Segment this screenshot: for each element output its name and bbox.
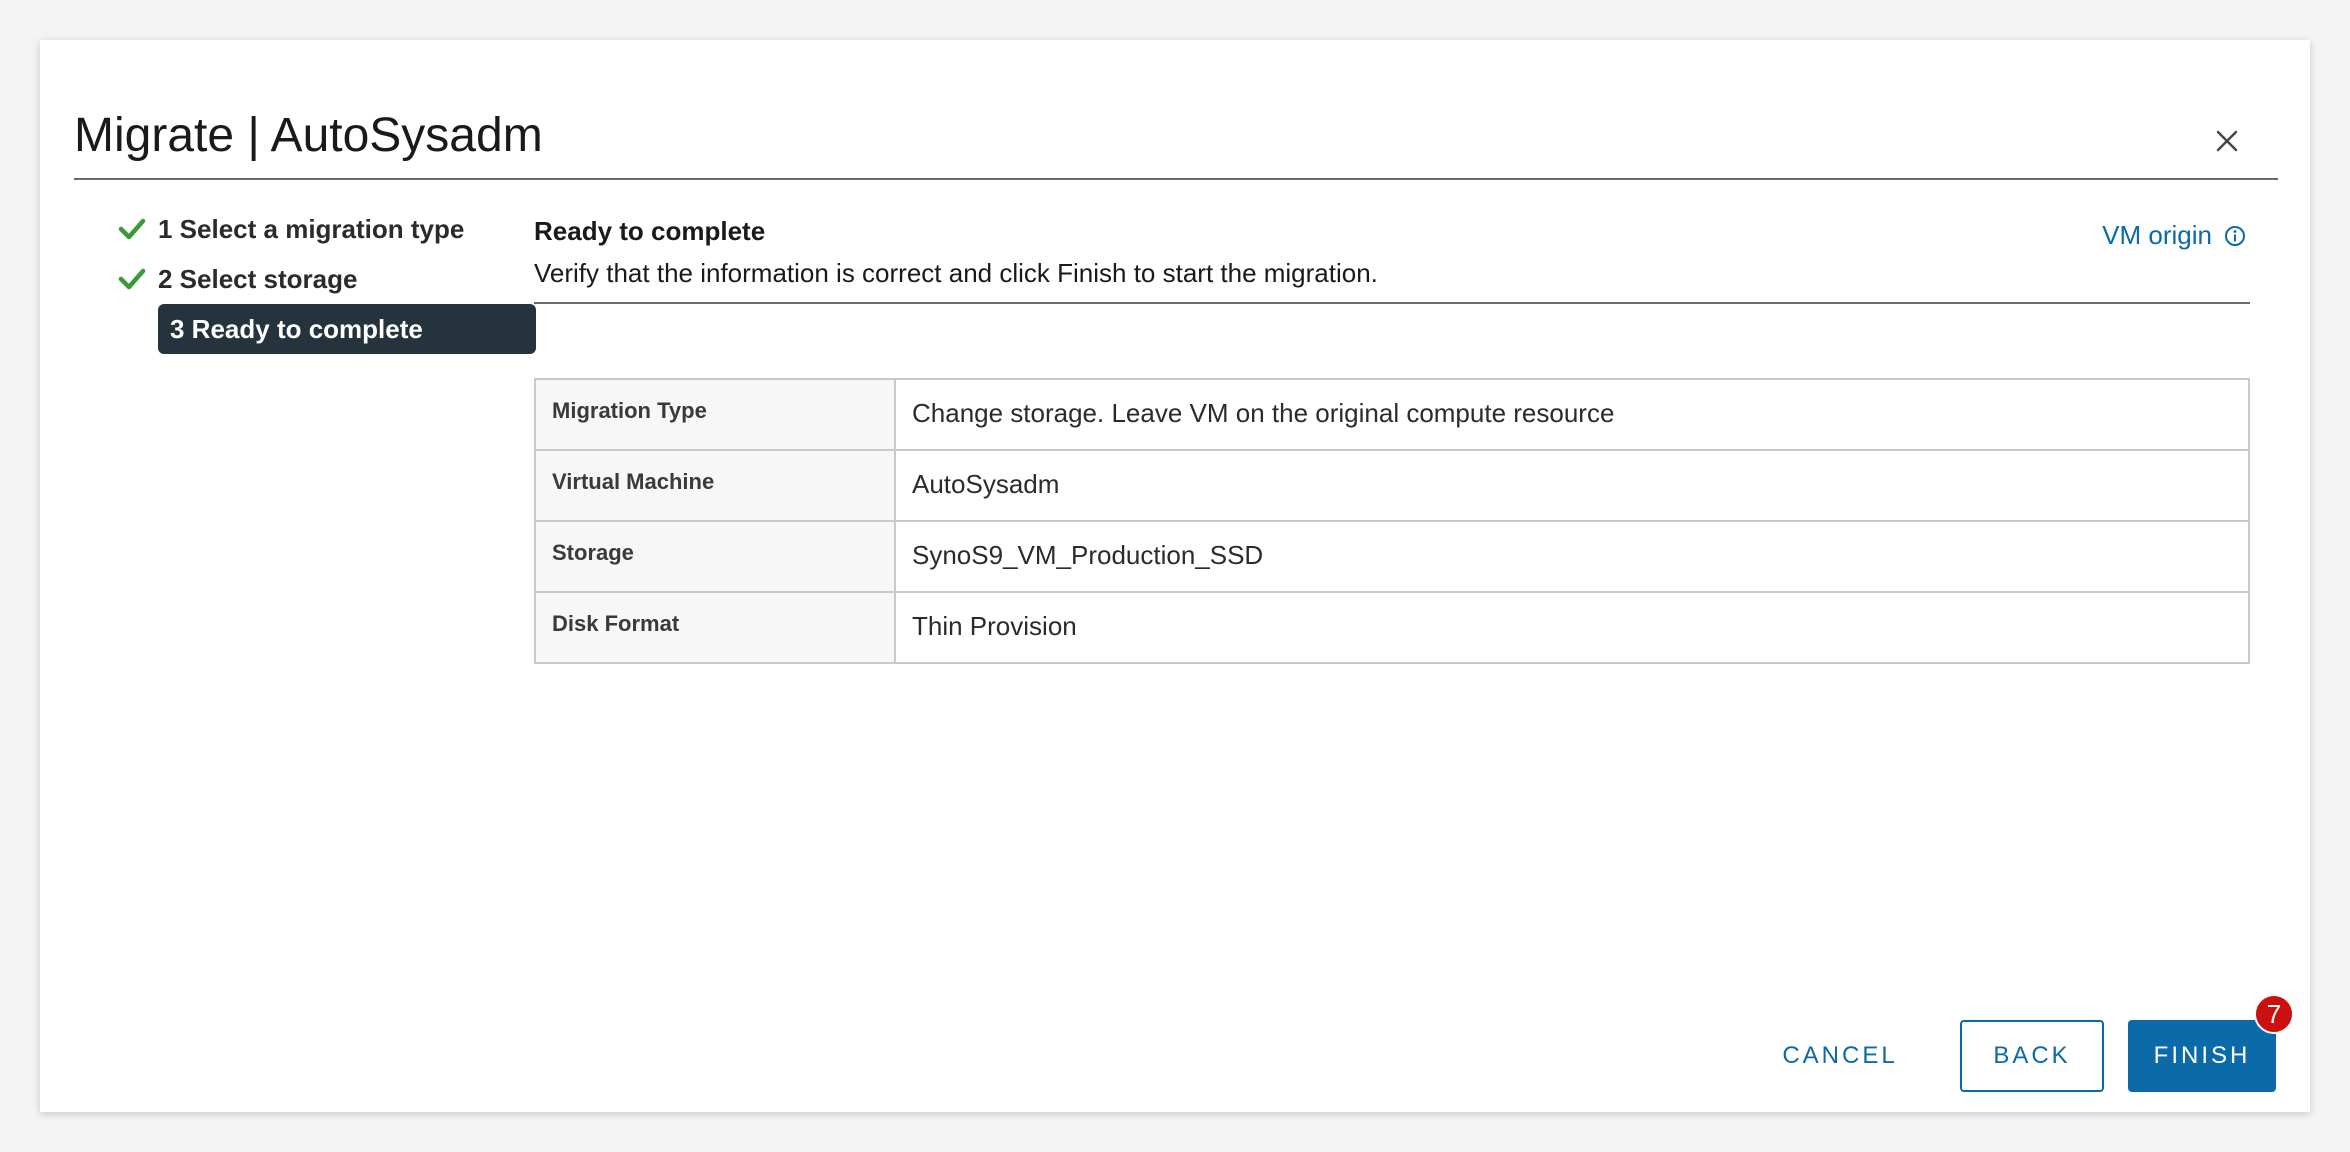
step-select-migration-type[interactable]: 1 Select a migration type bbox=[118, 204, 538, 254]
step-label: 3 Ready to complete bbox=[170, 313, 423, 344]
check-icon bbox=[118, 266, 146, 292]
summary-key: Storage bbox=[534, 520, 896, 593]
summary-table: Migration Type Change storage. Leave VM … bbox=[534, 378, 2250, 664]
table-row: Virtual Machine AutoSysadm bbox=[534, 449, 2250, 522]
migrate-dialog: Migrate | AutoSysadm 1 Select a migratio… bbox=[40, 40, 2310, 1112]
back-button[interactable]: BACK bbox=[1960, 1020, 2104, 1092]
step-label: 1 Select a migration type bbox=[158, 213, 465, 244]
info-icon[interactable] bbox=[2224, 225, 2246, 247]
summary-key: Migration Type bbox=[534, 378, 896, 451]
table-row: Storage SynoS9_VM_Production_SSD bbox=[534, 520, 2250, 593]
content-title: Ready to complete bbox=[534, 216, 766, 246]
table-row: Migration Type Change storage. Leave VM … bbox=[534, 378, 2250, 451]
content-description: Verify that the information is correct a… bbox=[534, 258, 1378, 288]
step-badge: 7 bbox=[2254, 994, 2294, 1034]
step-ready-to-complete[interactable]: 3 Ready to complete bbox=[158, 304, 536, 354]
step-select-storage[interactable]: 2 Select storage bbox=[118, 254, 538, 304]
summary-value: SynoS9_VM_Production_SSD bbox=[894, 520, 2250, 593]
summary-key: Virtual Machine bbox=[534, 449, 896, 522]
summary-key: Disk Format bbox=[534, 591, 896, 664]
cancel-button[interactable]: CANCEL bbox=[1760, 1020, 1920, 1092]
check-icon bbox=[118, 216, 146, 242]
vm-origin-label: VM origin bbox=[2102, 220, 2212, 250]
vm-origin-link[interactable]: VM origin bbox=[2102, 220, 2246, 251]
summary-value: AutoSysadm bbox=[894, 449, 2250, 522]
dialog-header: Migrate | AutoSysadm bbox=[74, 76, 2278, 180]
step-label: 2 Select storage bbox=[158, 263, 358, 294]
wizard-steps: 1 Select a migration type 2 Select stora… bbox=[118, 204, 538, 354]
dialog-title: Migrate | AutoSysadm bbox=[74, 109, 543, 162]
table-row: Disk Format Thin Provision bbox=[534, 591, 2250, 664]
step-content: Ready to complete Verify that the inform… bbox=[534, 204, 2250, 664]
dialog-footer: CANCEL BACK FINISH 7 bbox=[1760, 994, 2294, 1092]
summary-value: Thin Provision bbox=[894, 591, 2250, 664]
finish-button[interactable]: FINISH 7 bbox=[2128, 994, 2294, 1092]
content-header: Ready to complete Verify that the inform… bbox=[534, 204, 2250, 304]
close-icon[interactable] bbox=[2212, 126, 2242, 156]
summary-value: Change storage. Leave VM on the original… bbox=[894, 378, 2250, 451]
finish-label: FINISH bbox=[2153, 1042, 2251, 1069]
